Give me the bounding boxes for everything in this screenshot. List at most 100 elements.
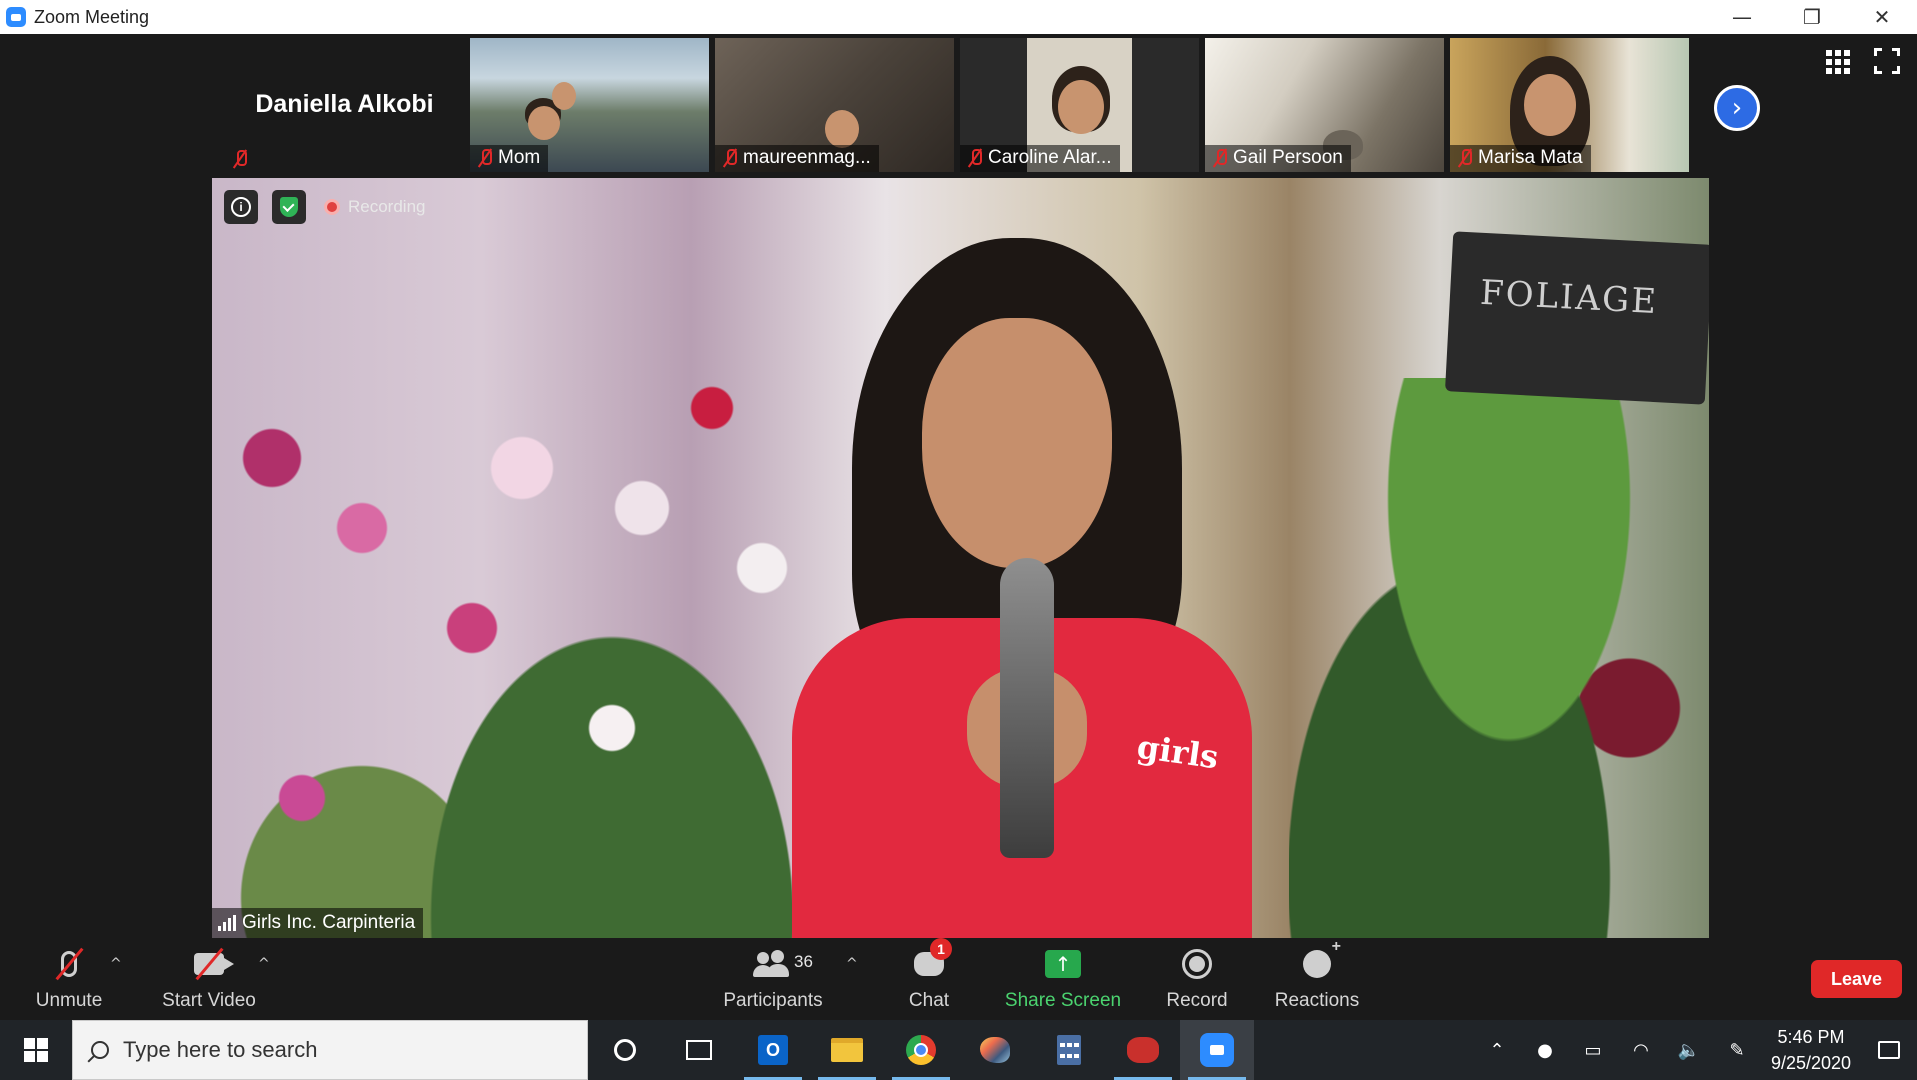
battery-icon[interactable]: ▭	[1569, 1020, 1617, 1080]
file-explorer-icon	[831, 1038, 863, 1062]
participant-name: Marisa Mata	[1478, 147, 1583, 168]
share-screen-label: Share Screen	[1004, 990, 1122, 1011]
windows-taskbar: O ⌃ ● ▭ ◠ 🔈 ✎ 5:46 PM 9/25/2020	[0, 1020, 1917, 1080]
record-icon	[1174, 944, 1220, 984]
speaker-face	[922, 318, 1112, 568]
task-view-button[interactable]	[662, 1020, 736, 1080]
muted-mic-icon	[1213, 148, 1227, 168]
taskbar-clock[interactable]: 5:46 PM 9/25/2020	[1761, 1024, 1861, 1076]
audio-options-caret[interactable]: ^	[110, 956, 122, 972]
participants-button[interactable]: 36 Participants	[718, 938, 828, 1020]
chevron-right-icon[interactable]: ›	[1714, 85, 1760, 131]
taskbar-app-chrome[interactable]	[884, 1020, 958, 1080]
minimize-button[interactable]: —	[1707, 0, 1777, 34]
calculator-icon	[1057, 1035, 1081, 1065]
active-speaker-video: FOLIAGE girls i Recording Girls Inc. Car…	[212, 178, 1709, 938]
taskbar-app-zoom[interactable]	[1180, 1020, 1254, 1080]
record-button[interactable]: Record	[1160, 938, 1234, 1020]
wifi-icon[interactable]: ◠	[1617, 1020, 1665, 1080]
restore-button[interactable]: ❐	[1777, 0, 1847, 34]
meeting-status-icons: i Recording	[224, 190, 426, 224]
participant-label: Marisa Mata	[1450, 145, 1591, 172]
taskbar-app-outlook[interactable]: O	[736, 1020, 810, 1080]
taskbar-search[interactable]	[72, 1020, 588, 1080]
signal-strength-icon	[218, 915, 236, 931]
notification-icon	[1878, 1041, 1900, 1059]
meeting-toolbar: Unmute ^ Start Video ^ 36 Participants ^…	[0, 938, 1917, 1020]
participant-tile[interactable]: maureenmag...	[715, 38, 954, 172]
participants-count: 36	[794, 952, 813, 971]
leave-button[interactable]: Leave	[1811, 960, 1902, 998]
recording-dot-icon	[324, 199, 340, 215]
recording-label: Recording	[348, 197, 426, 216]
taskbar-app-calculator[interactable]	[1032, 1020, 1106, 1080]
sign-text: FOLIAGE	[1479, 272, 1660, 323]
meeting-area: Daniella Alkobi Mom maureenmag... Caroli…	[0, 34, 1917, 938]
microphone-tray-icon[interactable]: ●	[1521, 1020, 1569, 1080]
taskbar-app-file-explorer[interactable]	[810, 1020, 884, 1080]
start-video-button[interactable]: Start Video	[154, 938, 264, 1020]
gallery-view-icon[interactable]	[1826, 50, 1850, 74]
participant-video-face	[552, 82, 576, 110]
shield-icon	[280, 197, 298, 217]
fullscreen-icon[interactable]	[1874, 48, 1900, 74]
meeting-info-button[interactable]: i	[224, 190, 258, 224]
window-titlebar: Zoom Meeting — ❐ ✕	[0, 0, 1917, 34]
participants-icon: 36	[750, 944, 813, 984]
info-icon: i	[231, 197, 251, 217]
muted-mic-icon	[968, 148, 982, 168]
muted-mic-icon	[233, 149, 247, 169]
participant-video-face	[1058, 80, 1104, 134]
share-screen-button[interactable]: ↑ Share Screen	[1004, 938, 1122, 1020]
window-controls: — ❐ ✕	[1707, 0, 1917, 34]
participant-video-face	[825, 110, 859, 148]
chrome-icon	[906, 1035, 936, 1065]
chat-unread-badge: 1	[930, 938, 952, 960]
window-title: Zoom Meeting	[34, 6, 150, 27]
green-plants	[1289, 378, 1709, 938]
participant-tile[interactable]: Mom	[470, 38, 709, 172]
taskbar-app-snipping-tool[interactable]	[1106, 1020, 1180, 1080]
action-center-button[interactable]	[1861, 1020, 1917, 1080]
clock-date: 9/25/2020	[1770, 1053, 1852, 1073]
volume-icon[interactable]: 🔈	[1665, 1020, 1713, 1080]
participant-tile[interactable]: Gail Persoon	[1205, 38, 1444, 172]
participants-label: Participants	[723, 990, 823, 1011]
participant-video-face	[1524, 74, 1576, 136]
participant-tile[interactable]: Caroline Alar...	[960, 38, 1199, 172]
cortana-button[interactable]	[588, 1020, 662, 1080]
zoom-app-icon	[6, 7, 26, 27]
show-hidden-icons-chevron-icon[interactable]: ⌃	[1473, 1020, 1521, 1080]
participant-tile[interactable]: Daniella Alkobi	[225, 38, 464, 172]
handheld-microphone	[1000, 558, 1054, 858]
participants-options-caret[interactable]: ^	[846, 956, 858, 972]
unmute-button[interactable]: Unmute	[22, 938, 116, 1020]
participant-name: Caroline Alar...	[988, 147, 1112, 168]
search-icon	[91, 1041, 109, 1059]
search-input[interactable]	[123, 1037, 543, 1063]
participant-tile[interactable]: Marisa Mata	[1450, 38, 1689, 172]
participant-strip: Daniella Alkobi Mom maureenmag... Caroli…	[225, 38, 1689, 172]
pen-icon[interactable]: ✎	[1713, 1020, 1761, 1080]
share-arrow-icon: ↑	[1045, 950, 1081, 978]
unmute-label: Unmute	[35, 990, 103, 1011]
speaker-name: Girls Inc. Carpinteria	[242, 912, 416, 933]
participant-name: Gail Persoon	[1233, 147, 1343, 168]
video-options-caret[interactable]: ^	[258, 956, 270, 972]
close-button[interactable]: ✕	[1847, 0, 1917, 34]
muted-mic-icon	[1458, 148, 1472, 168]
reactions-button[interactable]: Reactions	[1272, 938, 1362, 1020]
chat-button[interactable]: 1 Chat	[894, 938, 964, 1020]
paint-icon	[980, 1037, 1010, 1063]
encryption-button[interactable]	[272, 190, 306, 224]
participant-name: Mom	[498, 147, 541, 168]
reactions-label: Reactions	[1274, 990, 1360, 1011]
foliage-sign: FOLIAGE	[1444, 231, 1709, 405]
participant-label	[225, 147, 255, 172]
reactions-icon	[1294, 938, 1341, 984]
muted-mic-icon	[478, 148, 492, 168]
share-screen-icon: ↑	[1040, 944, 1086, 984]
participant-name: maureenmag...	[743, 147, 871, 168]
start-button[interactable]	[0, 1020, 72, 1080]
taskbar-app-paint[interactable]	[958, 1020, 1032, 1080]
